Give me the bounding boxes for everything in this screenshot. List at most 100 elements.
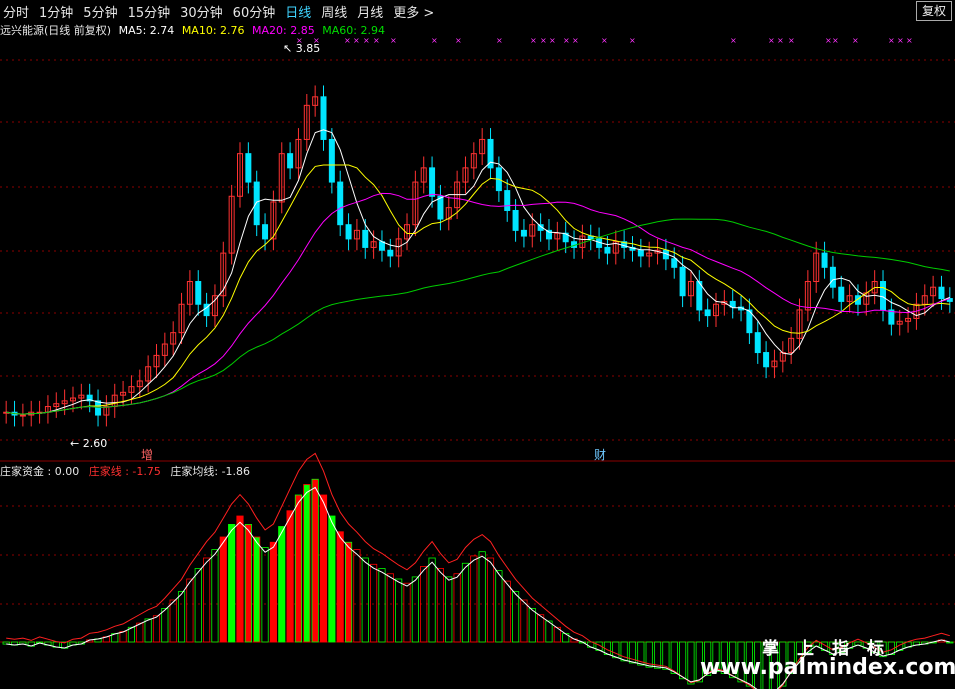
- candle-body: [880, 281, 887, 311]
- signal-marker: ×: [431, 36, 438, 45]
- zj-bar: [194, 568, 202, 643]
- low-price-label: ← 2.60: [70, 437, 107, 450]
- zj-bar: [119, 631, 127, 643]
- signal-marker: ×: [540, 36, 547, 45]
- candle-body: [253, 181, 260, 226]
- signal-marker: ×: [530, 36, 537, 45]
- zj-bar: [336, 531, 344, 643]
- candle-body: [829, 266, 836, 288]
- signal-marker: ×: [906, 36, 913, 45]
- zj-bar: [662, 641, 670, 670]
- zj-bar: [319, 494, 328, 643]
- zj-bar: [211, 549, 219, 643]
- candle-body: [19, 414, 26, 417]
- zj-bar: [436, 568, 444, 643]
- zj-bar: [395, 578, 403, 643]
- candle-body: [345, 224, 352, 240]
- zjx-value: 庄家线 : -1.75: [88, 465, 161, 478]
- signal-marker: ×: [549, 36, 556, 45]
- marker-zeng: 增: [141, 448, 153, 462]
- signal-marker: ×: [768, 36, 775, 45]
- zj-bar: [186, 578, 194, 643]
- watermark-url: www.palmindex.com: [700, 655, 955, 680]
- stock-title: 远兴能源(日线 前复权): [0, 24, 112, 37]
- signal-marker: ×: [572, 36, 579, 45]
- zj-bar: [219, 536, 227, 643]
- zj-bar: [144, 618, 152, 643]
- zj-bar: [228, 524, 236, 643]
- signal-marker: ×: [496, 36, 503, 45]
- sub-info-bar: 庄家资金 : 0.00 庄家线 : -1.75 庄家均线: -1.86: [0, 463, 256, 479]
- candle-body: [337, 181, 344, 226]
- candle-body: [520, 229, 527, 237]
- signal-marker: ×: [897, 36, 904, 45]
- signal-marker: ×: [832, 36, 839, 45]
- candle-body: [429, 167, 436, 197]
- zj-bar: [670, 641, 678, 674]
- signal-marker: ×: [455, 36, 462, 45]
- candle-body: [320, 96, 327, 140]
- candle-body: [287, 153, 294, 169]
- signal-marker: ×: [629, 36, 636, 45]
- zj-bar: [470, 555, 478, 643]
- zj-bar: [411, 576, 419, 643]
- zj-bar: [177, 591, 186, 643]
- zjjx-value: 庄家均线: -1.86: [170, 465, 251, 478]
- zj-bar: [478, 551, 486, 643]
- zj-bar: [328, 515, 336, 643]
- zj-bar: [136, 622, 144, 643]
- signal-marker: ×: [730, 36, 737, 45]
- signal-marker: ×: [563, 36, 570, 45]
- zj-bar: [370, 563, 378, 643]
- zj-bar: [620, 641, 628, 662]
- zj-bar: [261, 547, 269, 643]
- zj-bar: [495, 570, 503, 643]
- kline-chart[interactable]: ↖ 3.85← 2.60增 财× × × × × × × × × × × × × × × × × × × × × × × × × ×…: [0, 0, 955, 689]
- zj-bar: [512, 591, 520, 643]
- marker-cai: 财: [594, 448, 606, 462]
- zj-bar: [311, 478, 319, 643]
- zj-bar: [679, 641, 687, 680]
- zj-bar: [453, 573, 461, 643]
- signal-marker: ×: [852, 36, 859, 45]
- main-info-bar: 远兴能源(日线 前复权) MA5: 2.74 MA10: 2.76 MA20: …: [0, 22, 389, 38]
- ma5-value: MA5: 2.74: [118, 24, 175, 37]
- zj-bar: [344, 541, 353, 643]
- ma60-value: MA60: 2.94: [322, 24, 385, 37]
- candle-body: [512, 209, 519, 231]
- zj-bar: [203, 557, 211, 643]
- candle-body: [195, 281, 202, 305]
- zj-bar: [152, 615, 161, 643]
- candle-body: [671, 258, 678, 268]
- zj-bar: [520, 599, 528, 643]
- signal-marker: ×: [601, 36, 608, 45]
- zj-bar: [428, 557, 436, 643]
- zj-bar: [169, 599, 177, 643]
- zj-bar: [244, 524, 252, 643]
- ma20-value: MA20: 2.85: [252, 24, 315, 37]
- watermark: 掌上指标 www.palmindex.com: [700, 634, 955, 680]
- zj-bar: [294, 494, 303, 643]
- candle-body: [504, 190, 511, 211]
- zj-bar: [361, 557, 369, 643]
- zj-bar: [445, 576, 453, 643]
- zj-bar: [378, 568, 386, 643]
- zj-bar: [537, 614, 545, 643]
- zj-bar: [269, 541, 277, 643]
- zj-bar: [403, 582, 411, 643]
- candle-body: [95, 400, 102, 416]
- signal-marker: ×: [777, 36, 784, 45]
- candle-body: [704, 309, 711, 317]
- candle-body: [763, 352, 770, 368]
- candle-body: [378, 241, 385, 251]
- zj-bar: [461, 562, 470, 643]
- ma10-value: MA10: 2.76: [181, 24, 245, 37]
- zj-bar: [612, 641, 620, 659]
- candle-body: [821, 252, 828, 268]
- signal-marker: ×: [788, 36, 795, 45]
- candle-body: [679, 266, 686, 297]
- candle-body: [604, 246, 611, 254]
- candle-body: [637, 249, 644, 257]
- zj-bar: [286, 510, 294, 643]
- candle-body: [328, 138, 335, 183]
